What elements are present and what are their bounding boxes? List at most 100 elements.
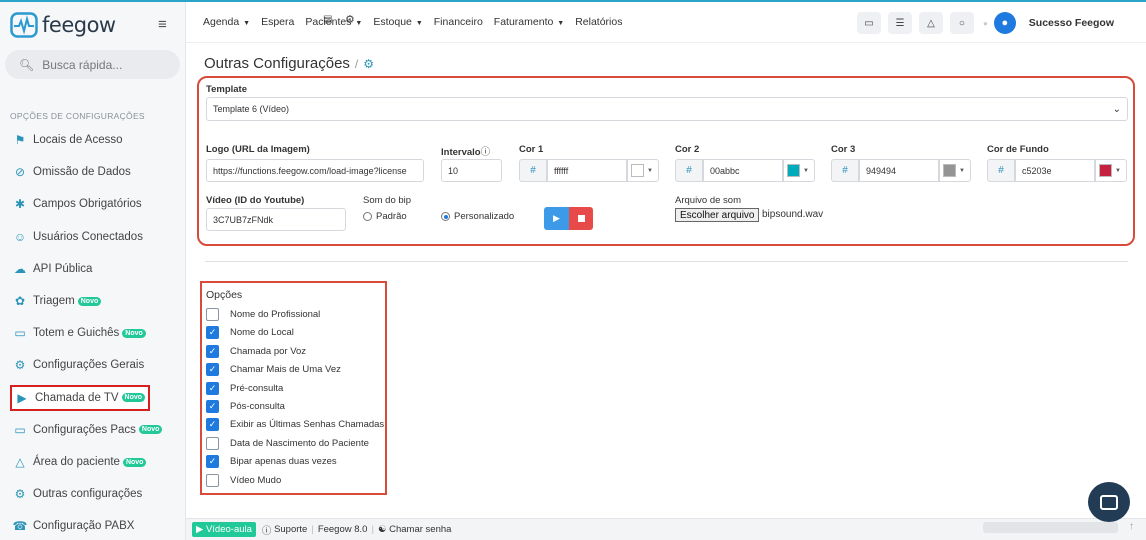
stop-button[interactable] — [569, 207, 593, 230]
new-badge: Novo — [121, 393, 146, 403]
bg-color-picker[interactable]: ▼ — [1095, 159, 1127, 182]
sidebar-item[interactable]: ☎ Configuração PABX — [0, 510, 186, 540]
sidebar-item[interactable]: △ Área do paciente Novo — [0, 446, 186, 478]
menu-toggle-icon[interactable]: ≡ — [158, 16, 167, 33]
sidebar-item[interactable]: ✿ Triagem Novo — [0, 285, 186, 317]
bg-color-input[interactable]: c5203e — [1015, 159, 1095, 182]
video-label: Vídeo (ID do Youtube) — [206, 195, 305, 206]
play-button[interactable]: ▶ — [544, 207, 569, 230]
bg-color-label: Cor de Fundo — [987, 144, 1049, 155]
inbox-icon[interactable]: ▭ — [856, 12, 881, 34]
bell-icon[interactable]: △ — [918, 12, 943, 34]
sidebar-item[interactable]: ▶ Chamada de TV Novo — [0, 382, 186, 414]
sidebar-item-label: Área do paciente — [33, 456, 120, 468]
checkbox[interactable]: ✓ — [206, 363, 219, 377]
sidebar-item[interactable]: ☺ Usuários Conectados — [0, 221, 186, 253]
sidebar-item-content: ⊘ Omissão de Dados — [12, 165, 131, 179]
scroll-up-icon[interactable]: ↑ — [1129, 521, 1134, 532]
hash-addon: # — [519, 159, 547, 182]
sidebar-item-label: Usuários Conectados — [33, 230, 143, 243]
checkbox[interactable] — [206, 308, 219, 321]
option-checkbox-row[interactable]: Data de Nascimento do Paciente — [206, 436, 369, 451]
sidebar-item-label: Chamada de TV — [35, 391, 119, 404]
radio-personalizado[interactable]: Personalizado — [441, 211, 514, 222]
choose-file-button[interactable]: Escolher arquivo — [675, 208, 760, 222]
checkbox[interactable]: ✓ — [206, 326, 219, 340]
megaphone-icon: ▶ — [17, 390, 27, 405]
sidebar-item[interactable]: ⚙ Outras configurações — [0, 478, 186, 510]
template-select[interactable]: Template 6 (Vídeo) ⌄ — [206, 97, 1128, 121]
option-checkbox-row[interactable]: ✓ Chamar Mais de Uma Vez — [206, 362, 341, 377]
cor3-color-picker[interactable]: ▼ — [939, 159, 971, 182]
option-checkbox-row[interactable]: Vídeo Mudo — [206, 473, 281, 488]
interval-label-text: Intervalo — [441, 147, 481, 158]
cor2-color-picker[interactable]: ▼ — [783, 159, 815, 182]
nav-item[interactable]: Espera — [261, 16, 294, 28]
tasks-icon[interactable]: ☰ — [887, 12, 912, 34]
footer-divider: | — [371, 524, 374, 535]
nav-item[interactable]: Faturamento ▼ — [494, 16, 564, 28]
phone-icon: ☎ — [12, 519, 28, 534]
sidebar-item[interactable]: ✱ Campos Obrigatórios — [0, 188, 186, 220]
option-checkbox-row[interactable]: ✓ Pré-consulta — [206, 381, 283, 396]
sidebar-item[interactable]: ⊘ Omissão de Dados — [0, 156, 186, 188]
user-name[interactable]: Sucesso Feegow — [1029, 17, 1114, 29]
caret-down-icon: ▼ — [647, 167, 653, 174]
sidebar-item-label: Configurações Gerais — [33, 359, 145, 372]
nav-item-label: Relatórios — [575, 16, 623, 28]
sidebar-item[interactable]: ▭ Totem e Guichês Novo — [0, 317, 186, 349]
option-checkbox-row[interactable]: ✓ Bipar apenas duas vezes — [206, 454, 337, 469]
cor3-input[interactable]: 949494 — [859, 159, 939, 182]
caret-down-icon: ▼ — [959, 167, 965, 174]
avatar[interactable]: ● — [993, 12, 1016, 34]
radio-personalizado-label: Personalizado — [454, 211, 515, 222]
cor1-input[interactable]: ffffff — [547, 159, 627, 182]
database-icon[interactable]: ▤ — [323, 14, 332, 25]
interval-label: Intervaloⓘ — [441, 144, 490, 158]
support-link[interactable]: Suporte — [274, 524, 307, 535]
video-aula-button[interactable]: ▶︎ Vídeo-aula — [192, 522, 256, 537]
option-checkbox-row[interactable]: ✓ Pós-consulta — [206, 399, 285, 414]
option-checkbox-row[interactable]: ✓ Nome do Local — [206, 325, 294, 340]
app-logo[interactable]: feegow — [10, 11, 116, 39]
sidebar-item[interactable]: ☁ API Pública — [0, 253, 186, 285]
logo-url-input[interactable]: https://functions.feegow.com/load-image?… — [206, 159, 424, 182]
nav-item[interactable]: Financeiro — [434, 16, 483, 28]
settings-gear-icon[interactable]: ⚙ — [345, 13, 355, 26]
nav-item[interactable]: Estoque ▼ — [373, 16, 422, 28]
option-label: Data de Nascimento do Paciente — [230, 437, 369, 449]
new-badge: Novo — [122, 328, 146, 338]
logo-label: Logo (URL da Imagem) — [206, 144, 310, 155]
sidebar-item[interactable]: ▭ Configurações Pacs Novo — [0, 414, 186, 446]
nav-item-label: Estoque — [373, 16, 412, 28]
interval-input[interactable]: 10 — [441, 159, 502, 182]
checkbox[interactable]: ✓ — [206, 400, 219, 413]
call-ticket-link[interactable]: Chamar senha — [389, 524, 451, 535]
option-checkbox-row[interactable]: ✓ Chamada por Voz — [206, 344, 306, 359]
checkbox[interactable]: ✓ — [206, 455, 219, 469]
nav-item[interactable]: Relatórios — [575, 16, 622, 28]
monitor-icon: ▭ — [14, 326, 26, 341]
checkbox[interactable] — [206, 473, 219, 487]
option-checkbox-row[interactable]: ✓ Exibir as Últimas Senhas Chamadas — [206, 417, 384, 432]
checkbox[interactable]: ✓ — [206, 418, 219, 432]
option-checkbox-row[interactable]: Nome do Profissional — [206, 307, 320, 322]
video-id-input[interactable]: 3C7UB7zFNdk — [206, 208, 346, 231]
cor2-swatch — [787, 164, 800, 177]
chat-icon[interactable]: ○ — [949, 12, 974, 34]
sidebar-item[interactable]: ⚙ Configurações Gerais — [0, 349, 186, 381]
gears-icon: ⚙ — [14, 487, 26, 502]
quick-search-input[interactable]: 🔍︎ Busca rápida... — [5, 50, 180, 79]
nav-item-label: Agenda — [203, 16, 240, 28]
nav-item[interactable]: Agenda ▼ — [203, 16, 250, 28]
cor1-color-picker[interactable]: ▼ — [627, 159, 659, 182]
sidebar-item[interactable]: ⚑ Locais de Acesso — [0, 124, 186, 156]
monitor-icon: ▭ — [14, 422, 26, 437]
checkbox[interactable]: ✓ — [206, 381, 219, 395]
chat-widget-button[interactable] — [1088, 482, 1130, 522]
cor2-input[interactable]: 00abbc — [703, 159, 783, 182]
checkbox[interactable]: ✓ — [206, 344, 219, 358]
cor1-swatch — [631, 164, 644, 177]
radio-padrao[interactable]: Padrão — [363, 211, 407, 222]
checkbox[interactable] — [206, 436, 219, 450]
